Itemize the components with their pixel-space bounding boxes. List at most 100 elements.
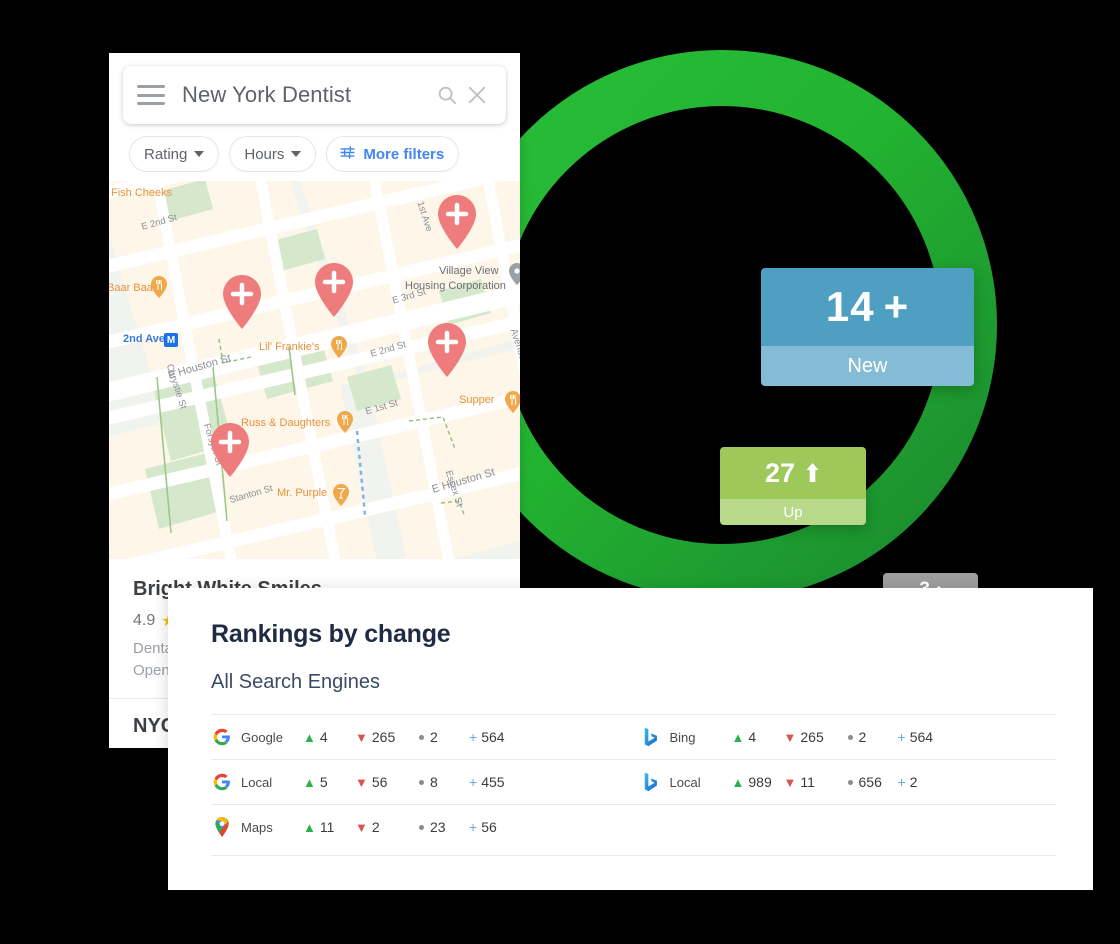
- metric-up-value: 5: [319, 774, 328, 790]
- metric-up: ▲ 989: [732, 774, 784, 790]
- search-icon[interactable]: [432, 80, 462, 110]
- table-row-empty: [633, 804, 1056, 849]
- metric-same: 23: [417, 819, 469, 835]
- metric-down: ▼ 265: [784, 729, 846, 745]
- metric-down-value: 2: [371, 819, 380, 835]
- engine-name: Local: [241, 774, 273, 790]
- table-row[interactable]: Local ▲ 5 ▼ 56 8 + 455: [211, 759, 634, 804]
- map-result-pin[interactable]: [219, 273, 265, 331]
- map-poi-label: Mr. Purple: [277, 487, 328, 499]
- map-poi-label: Village View: [439, 265, 499, 277]
- stat-value: 27: [764, 457, 796, 488]
- metric-same-value: 2: [858, 729, 867, 745]
- arrow-down-icon: ▼: [355, 729, 368, 745]
- metric-down: ▼ 11: [784, 774, 846, 790]
- metric-up-value: 989: [748, 774, 772, 790]
- metric-new: + 564: [898, 729, 960, 745]
- metric-down-value: 11: [800, 774, 815, 790]
- metric-new-value: 564: [481, 729, 505, 745]
- metric-same-value: 2: [430, 729, 438, 745]
- plus-icon: +: [883, 283, 910, 330]
- plus-icon: +: [897, 729, 906, 745]
- map-result-pin[interactable]: [311, 261, 357, 319]
- search-bar[interactable]: New York Dentist: [123, 66, 506, 124]
- close-icon[interactable]: [462, 80, 492, 110]
- filter-chip-rating-label: Rating: [144, 145, 188, 163]
- plus-icon: +: [469, 729, 478, 745]
- map-poi-label: Fish Cheeks: [111, 187, 173, 199]
- arrow-up-icon: ▲: [303, 774, 316, 790]
- filter-chip-hours[interactable]: Hours: [229, 136, 317, 172]
- subway-icon: M: [164, 333, 178, 347]
- metric-same: 2: [417, 729, 469, 745]
- restaurant-pin-icon: [331, 336, 347, 358]
- metric-same-value: 23: [430, 819, 446, 835]
- place-pin-icon: [509, 263, 520, 285]
- arrow-up-icon: ▲: [731, 729, 745, 745]
- filter-chip-more-filters[interactable]: More filters: [326, 136, 460, 172]
- arrow-up-icon: ▲: [303, 819, 316, 835]
- arrow-down-icon: ▼: [783, 729, 797, 745]
- map-poi-label: Supper: [459, 394, 495, 406]
- dot-icon: [419, 779, 424, 785]
- arrow-down-icon: ▼: [783, 774, 797, 790]
- metric-down-value: 265: [800, 729, 824, 745]
- metric-up: ▲ 4: [732, 729, 784, 745]
- filter-chip-more-filters-label: More filters: [363, 145, 445, 163]
- arrow-down-icon: ▼: [355, 819, 368, 835]
- dot-icon: [847, 734, 853, 740]
- metric-same-value: 656: [858, 774, 882, 790]
- engine-name: Google: [241, 729, 283, 745]
- metric-new-value: 56: [481, 819, 497, 835]
- metric-down: ▼ 2: [355, 819, 417, 835]
- chevron-down-icon: [291, 151, 302, 157]
- map-canvas[interactable]: Fish Cheeks Baar Baar Lil' Frankie's Rus…: [109, 181, 520, 559]
- stat-card-up: 27 Up: [720, 447, 866, 525]
- metric-same-value: 8: [430, 774, 438, 790]
- stat-card-new: 14 + New: [761, 268, 974, 386]
- metric-down: ▼ 56: [355, 774, 417, 790]
- metric-same: 2: [846, 729, 898, 745]
- map-poi-label: Baar Baar: [109, 282, 157, 294]
- metric-new: + 56: [469, 819, 531, 835]
- google-maps-icon: [211, 816, 233, 838]
- metric-new: + 455: [469, 774, 531, 790]
- plus-icon: +: [897, 774, 906, 790]
- table-row[interactable]: Local ▲ 989 ▼ 11 656 + 2: [633, 759, 1056, 804]
- dot-icon: [847, 779, 853, 785]
- metric-down-value: 56: [371, 774, 388, 790]
- stat-card-up-label: Up: [720, 499, 866, 525]
- filter-chip-rating[interactable]: Rating: [129, 136, 220, 172]
- tune-icon: [339, 144, 356, 165]
- engine-name: Bing: [669, 729, 696, 745]
- table-row[interactable]: Maps ▲ 11 ▼ 2 23 + 56: [211, 804, 634, 849]
- plus-icon: +: [469, 774, 478, 790]
- metric-up: ▲ 4: [303, 729, 355, 745]
- engine-name: Local: [669, 774, 701, 790]
- map-result-pin[interactable]: [424, 321, 470, 379]
- metric-down-value: 265: [371, 729, 396, 745]
- hamburger-icon[interactable]: [137, 85, 165, 105]
- metric-new-value: 564: [909, 729, 934, 745]
- listing-rating-value: 4.9: [133, 612, 156, 629]
- metric-down: ▼ 265: [355, 729, 417, 745]
- rankings-table: Google ▲ 4 ▼ 265 2 + 564 Local ▲ 5 ▼ 56 …: [211, 714, 1056, 849]
- metric-up: ▲ 5: [303, 774, 355, 790]
- table-row[interactable]: Bing ▲ 4 ▼ 265 2 + 564: [633, 714, 1056, 759]
- search-input[interactable]: New York Dentist: [182, 82, 432, 108]
- dot-icon: [419, 734, 424, 740]
- bar-pin-icon: [333, 484, 349, 506]
- rankings-subtitle: All Search Engines: [211, 671, 380, 693]
- map-result-pin[interactable]: [434, 193, 480, 251]
- metric-up-value: 4: [319, 729, 328, 745]
- map-transit-label: 2nd Ave: [123, 333, 165, 345]
- metric-new-value: 2: [909, 774, 918, 790]
- arrow-up-icon: ▲: [731, 774, 745, 790]
- rankings-column-right: Bing ▲ 4 ▼ 265 2 + 564 Local ▲ 989 ▼ 11 …: [633, 714, 1056, 849]
- dot-icon: [419, 824, 424, 830]
- table-row[interactable]: Google ▲ 4 ▼ 265 2 + 564: [211, 714, 634, 759]
- filter-chips: Rating Hours More filters: [129, 136, 460, 172]
- map-result-pin[interactable]: [207, 421, 253, 479]
- google-g-icon: [211, 726, 233, 748]
- map-poi-label: Russ & Daughters: [241, 417, 331, 429]
